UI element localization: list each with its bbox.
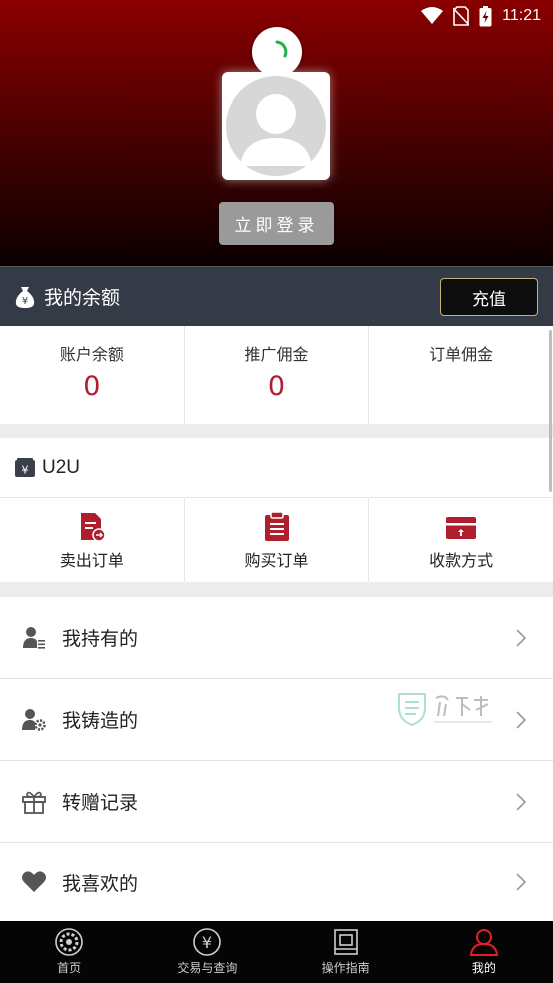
wallet-yen-icon: ¥: [15, 457, 35, 477]
sell-order-label: 卖出订单: [59, 551, 124, 570]
svg-text:¥: ¥: [22, 296, 28, 307]
heart-icon: [20, 868, 48, 896]
u2u-title: U2U: [42, 456, 81, 478]
buy-order-button[interactable]: 购买订单: [185, 498, 370, 582]
menu-item-my-favorites[interactable]: 我喜欢的: [0, 843, 553, 921]
no-sim-icon: [453, 6, 470, 26]
wifi-icon: [421, 7, 444, 24]
guide-book-icon: [333, 929, 358, 955]
menu-item-label: 我喜欢的: [62, 872, 139, 895]
stat-account-balance[interactable]: 账户余额 0: [0, 326, 185, 424]
svg-text:¥: ¥: [202, 933, 212, 952]
menu-item-label: 转赠记录: [62, 792, 139, 814]
payment-method-icon: [446, 517, 477, 539]
bottom-tab-bar: 首页 ¥ 交易与查询 操作指南 我的: [0, 921, 553, 983]
stat-value: 0: [267, 371, 286, 402]
sell-order-icon: [80, 513, 106, 542]
stat-promotion-commission[interactable]: 推广佣金 0: [185, 326, 370, 424]
stat-order-commission[interactable]: 订单佣金: [369, 326, 553, 424]
payment-method-label: 收款方式: [429, 551, 494, 570]
login-button[interactable]: 立即登录: [219, 202, 334, 245]
loading-spinner: [252, 27, 302, 77]
tab-label: 交易与查询: [177, 961, 238, 975]
yen-circle-icon: ¥: [193, 928, 222, 956]
scrollbar[interactable]: [549, 330, 552, 492]
menu-item-my-holdings[interactable]: 我持有的: [0, 597, 553, 679]
stat-label: 推广佣金: [244, 345, 309, 364]
tab-mine[interactable]: 我的: [415, 921, 553, 983]
tab-guide[interactable]: 操作指南: [277, 921, 415, 983]
sell-order-button[interactable]: 卖出订单: [0, 498, 185, 582]
balance-title: 我的余额: [44, 287, 121, 309]
watermark-logo: [396, 690, 496, 728]
chevron-right-icon: [516, 792, 527, 811]
profile-header: 11:21 立即登录: [0, 0, 553, 266]
user-gear-icon: [20, 706, 48, 734]
balance-stats: 账户余额 0 推广佣金 0 订单佣金: [0, 326, 553, 424]
tab-label: 首页: [57, 961, 82, 975]
tab-label: 操作指南: [321, 961, 370, 975]
chevron-right-icon: [516, 710, 527, 729]
u2u-actions: 卖出订单 购买订单 收款方式: [0, 498, 553, 582]
menu-list: 我持有的 我铸造的 转赠记录 我喜欢的: [0, 597, 553, 921]
tab-trade-query[interactable]: ¥ 交易与查询: [138, 921, 276, 983]
buy-order-icon: [264, 512, 289, 541]
recharge-button[interactable]: 充值: [440, 278, 538, 316]
chevron-right-icon: [516, 873, 527, 891]
buy-order-label: 购买订单: [244, 551, 309, 570]
u2u-header: ¥ U2U: [0, 438, 553, 498]
svg-text:¥: ¥: [22, 463, 29, 476]
menu-item-gift-records[interactable]: 转赠记录: [0, 761, 553, 843]
chevron-right-icon: [516, 628, 527, 647]
tab-label: 我的: [471, 961, 496, 975]
money-bag-icon: ¥: [15, 286, 35, 308]
avatar[interactable]: [222, 72, 330, 180]
menu-item-label: 我铸造的: [62, 710, 139, 732]
status-bar: 11:21: [421, 4, 541, 28]
balance-bar: ¥ 我的余额 充值: [0, 266, 553, 326]
payment-method-button[interactable]: 收款方式: [369, 498, 553, 582]
stat-value: 0: [83, 371, 101, 402]
default-avatar-icon: [226, 76, 326, 176]
menu-item-label: 我持有的: [62, 628, 139, 650]
battery-charging-icon: [479, 5, 492, 26]
tab-home[interactable]: 首页: [0, 921, 138, 983]
status-time: 11:21: [502, 7, 541, 24]
user-list-icon: [20, 624, 48, 652]
user-icon: [469, 929, 498, 956]
gift-icon: [20, 788, 48, 816]
home-gear-icon: [55, 928, 83, 956]
stat-label: 账户余额: [59, 345, 124, 364]
stat-label: 订单佣金: [429, 345, 494, 364]
